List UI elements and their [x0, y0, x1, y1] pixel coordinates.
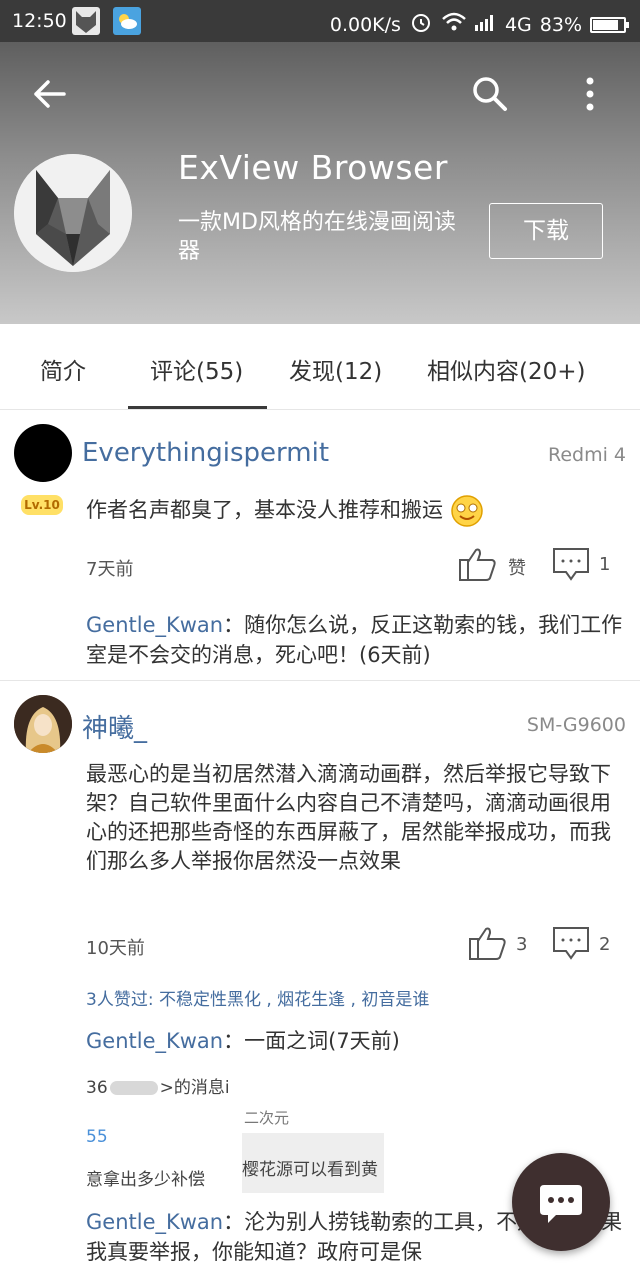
reply-item[interactable]: Gentle_Kwan：随你怎么说，反正这勒索的钱，我们工作室是不会交的消息，死… [86, 610, 631, 670]
comment-text-content: 作者名声都臭了，基本没人推荐和搬运 [86, 498, 443, 522]
comment-text: 作者名声都臭了，基本没人推荐和搬运 [86, 494, 626, 528]
image-text-fragment: 55 [86, 1127, 108, 1147]
write-comment-fab[interactable] [512, 1153, 610, 1251]
comment-time: 7天前 [86, 559, 134, 580]
app-logo [14, 154, 132, 272]
comment-bubble-icon [553, 927, 589, 960]
arrow-left-icon [34, 80, 66, 108]
reply-text: ：一面之词(7天前) [223, 1029, 400, 1053]
app-header: ExView Browser 一款MD风格的在线漫画阅读器 下载 [0, 42, 640, 324]
network-speed: 0.00K/s [329, 13, 401, 36]
status-right: 0.00K/s 4G 83% [329, 10, 629, 39]
like-count: 3 [516, 934, 528, 955]
more-options-button[interactable] [566, 70, 614, 118]
signal-icon [474, 13, 497, 36]
like-button[interactable] [468, 925, 508, 965]
like-button[interactable] [458, 546, 498, 586]
likers-list[interactable]: 3人赞过: 不稳定性黑化 , 烟花生逢 , 初音是谁 [86, 985, 429, 1010]
reply-username[interactable]: Gentle_Kwan [86, 1210, 223, 1234]
more-vert-icon [586, 77, 594, 111]
status-time: 12:50 [12, 10, 67, 32]
network-type: 4G [504, 13, 532, 36]
avatar[interactable] [14, 424, 72, 482]
app-title: ExView Browser [178, 148, 448, 187]
comment-device: SM-G9600 [526, 714, 626, 736]
like-label: 赞 [508, 558, 526, 579]
level-badge: Lv.10 [21, 495, 63, 515]
reply-count: 2 [599, 934, 611, 955]
avatar[interactable] [14, 695, 72, 753]
thumbs-up-icon [469, 927, 506, 960]
chat-bubble-icon [540, 1185, 582, 1223]
comment-device: Redmi 4 [547, 444, 626, 466]
reply-button[interactable] [552, 546, 590, 586]
reply-button[interactable] [552, 925, 590, 965]
comment-item: Everythingispermit Redmi 4 Lv.10 作者名声都臭了… [0, 410, 640, 680]
tab-comments[interactable]: 评论(55) [150, 352, 243, 386]
reply-username[interactable]: Gentle_Kwan [86, 613, 223, 637]
alarm-icon [409, 10, 433, 39]
smile-emoji-icon [450, 495, 483, 527]
reply-username[interactable]: Gentle_Kwan [86, 1029, 223, 1053]
reply-count: 1 [599, 554, 611, 575]
tab-bar: 简介 评论(55) 发现(12) 相似内容(20+) [0, 324, 640, 410]
weather-app-notification-icon [113, 7, 141, 35]
thumbs-up-icon [459, 548, 496, 581]
search-button[interactable] [466, 70, 514, 118]
comment-bubble-icon [553, 548, 589, 581]
tab-discover[interactable]: 发现(12) [289, 352, 382, 386]
status-bar: 12:50 0.00K/s 4G 83% [0, 0, 640, 42]
reply-item[interactable]: Gentle_Kwan：一面之词(7天前) [86, 1026, 631, 1056]
tab-similar[interactable]: 相似内容(20+) [427, 352, 585, 386]
blurred-number [109, 1081, 158, 1095]
battery-percent: 83% [539, 13, 582, 36]
image-text-fragment: 意拿出多少补偿 [86, 1170, 205, 1190]
image-text-fragment: 二次元 [244, 1109, 290, 1127]
search-icon [473, 77, 507, 111]
comment-username[interactable]: 神曦_ [82, 708, 147, 745]
app-description: 一款MD风格的在线漫画阅读器 [178, 210, 456, 264]
comment-username[interactable]: Everythingispermit [82, 438, 329, 468]
battery-icon [590, 16, 629, 33]
comment-time: 10天前 [86, 938, 145, 959]
download-button[interactable]: 下载 [489, 203, 603, 259]
image-text-fragment: 樱花源可以看到黄 [242, 1160, 378, 1180]
wifi-icon [441, 11, 467, 38]
back-button[interactable] [26, 70, 74, 118]
image-text-fragment: 36 >的消息i [86, 1078, 230, 1098]
wolf-app-notification-icon [72, 7, 100, 35]
active-tab-indicator [128, 406, 267, 409]
comment-text: 最恶心的是当初居然潜入滴滴动画群，然后举报它导致下架？自己软件里面什么内容自己不… [86, 762, 611, 873]
tab-intro[interactable]: 简介 [40, 352, 86, 386]
